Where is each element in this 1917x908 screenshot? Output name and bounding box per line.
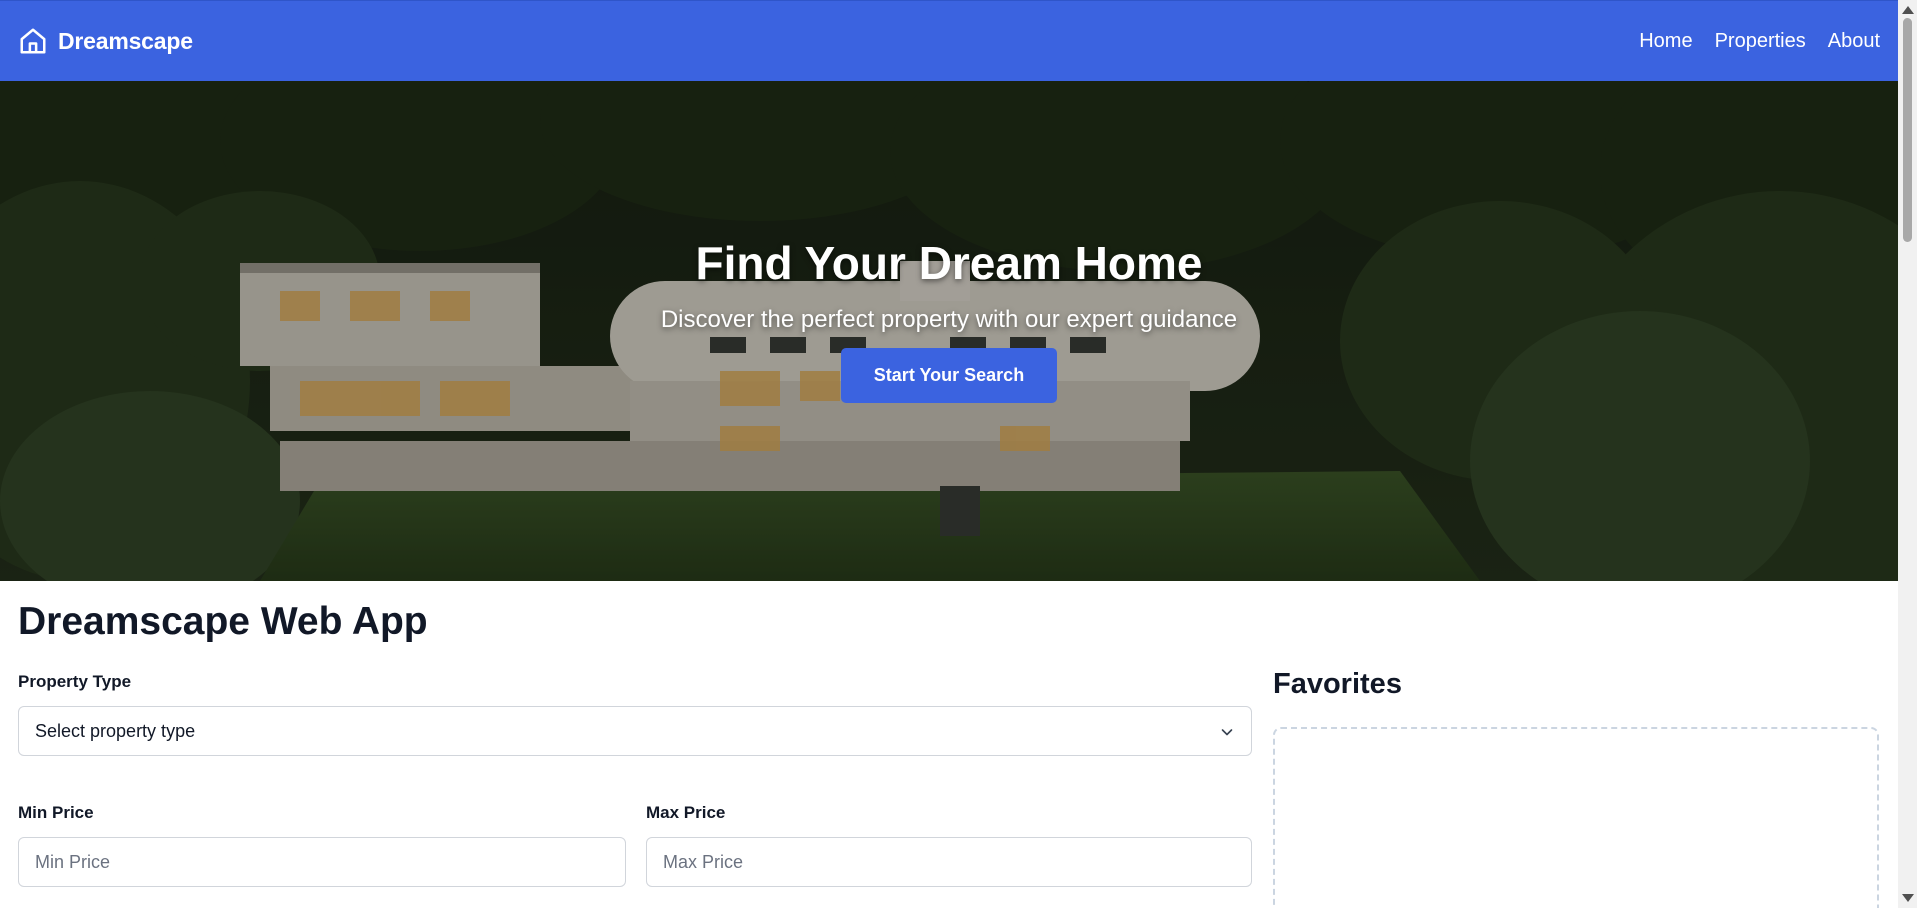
- nav-link-home[interactable]: Home: [1639, 30, 1692, 53]
- home-icon: [18, 26, 48, 56]
- brand-name: Dreamscape: [58, 27, 193, 54]
- start-search-button[interactable]: Start Your Search: [841, 348, 1057, 403]
- max-price-label: Max Price: [646, 803, 726, 822]
- hero-subtitle: Discover the perfect property with our e…: [660, 306, 1238, 333]
- nav-links: Home Properties About: [1639, 30, 1880, 53]
- nav-link-properties[interactable]: Properties: [1715, 30, 1806, 53]
- chevron-down-icon: [1221, 729, 1233, 736]
- max-price-input[interactable]: [646, 837, 1252, 887]
- scrollbar-thumb[interactable]: [1903, 18, 1912, 242]
- page-title: Dreamscape Web App: [18, 600, 428, 643]
- hero-section: Find Your Dream Home Discover the perfec…: [0, 81, 1898, 581]
- property-type-selected-value: Select property type: [35, 720, 196, 741]
- navbar: Dreamscape Home Properties About: [0, 0, 1898, 81]
- nav-link-about[interactable]: About: [1828, 30, 1880, 53]
- scroll-up-arrow-icon[interactable]: [1902, 6, 1914, 14]
- min-price-label: Min Price: [18, 803, 94, 822]
- favorites-title: Favorites: [1273, 668, 1402, 700]
- hero-content: Find Your Dream Home Discover the perfec…: [0, 81, 1898, 581]
- min-price-input[interactable]: [18, 837, 626, 887]
- page: Dreamscape Home Properties About Find Yo…: [0, 0, 1917, 908]
- scroll-down-arrow-icon[interactable]: [1902, 894, 1914, 902]
- favorites-dropzone[interactable]: [1273, 727, 1879, 908]
- brand-link[interactable]: Dreamscape: [18, 26, 193, 56]
- property-type-label: Property Type: [18, 672, 132, 691]
- hero-title: Find Your Dream Home: [695, 237, 1203, 289]
- page-scrollbar[interactable]: [1898, 0, 1917, 908]
- property-type-select[interactable]: Select property type: [18, 706, 1252, 756]
